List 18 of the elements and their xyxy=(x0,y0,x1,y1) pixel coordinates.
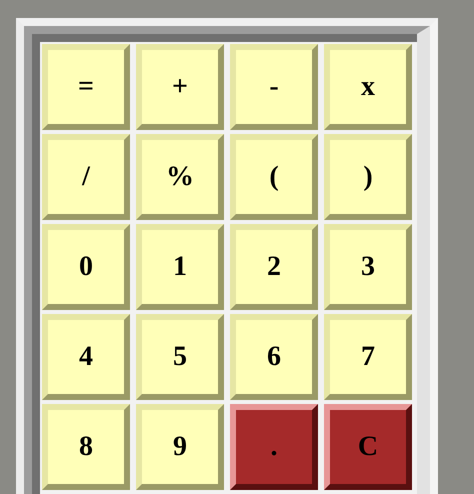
calculator-key[interactable]: 8 xyxy=(42,404,130,490)
calculator-key[interactable]: / xyxy=(42,134,130,220)
calculator-key[interactable]: - xyxy=(230,44,318,130)
calculator-key[interactable]: ( xyxy=(230,134,318,220)
calculator-key[interactable]: 3 xyxy=(324,224,412,310)
calculator-key[interactable]: % xyxy=(136,134,224,220)
calculator-key[interactable]: 1 xyxy=(136,224,224,310)
calculator-key[interactable]: 6 xyxy=(230,314,318,400)
calculator-key[interactable]: = xyxy=(42,44,130,130)
calculator-key[interactable]: 2 xyxy=(230,224,318,310)
calculator-key[interactable]: + xyxy=(136,44,224,130)
calculator-key[interactable]: 5 xyxy=(136,314,224,400)
calculator-key[interactable]: 4 xyxy=(42,314,130,400)
calculator-key[interactable]: 7 xyxy=(324,314,412,400)
calculator-key[interactable]: ) xyxy=(324,134,412,220)
calculator-key[interactable]: 0 xyxy=(42,224,130,310)
calculator-key[interactable]: 9 xyxy=(136,404,224,490)
calculator-key[interactable]: x xyxy=(324,44,412,130)
